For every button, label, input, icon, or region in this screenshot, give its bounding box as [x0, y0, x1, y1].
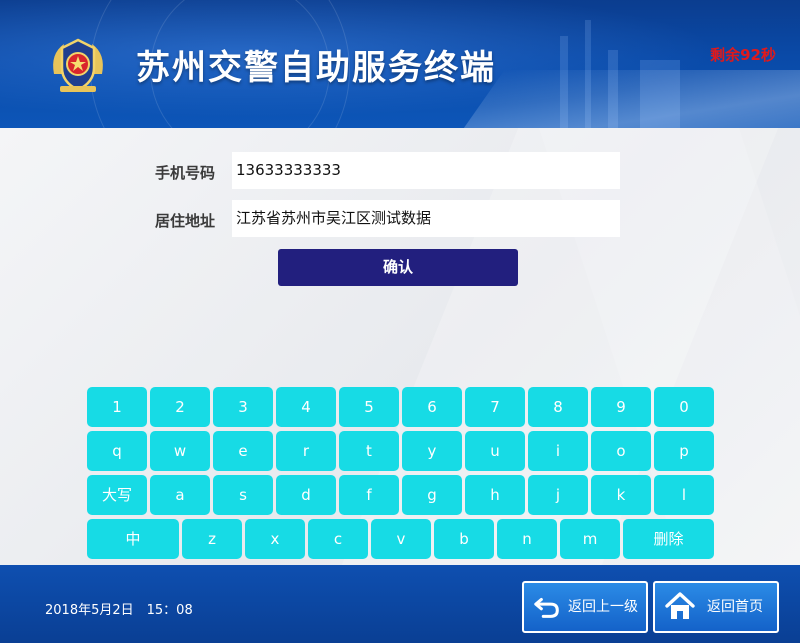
phone-input[interactable]: 13633333333 [232, 152, 620, 189]
decorative-road [455, 70, 800, 128]
key-d[interactable]: d [276, 475, 336, 515]
header-banner: 苏州交警自助服务终端 剩余92秒 [0, 0, 800, 128]
key-u[interactable]: u [465, 431, 525, 471]
key-5[interactable]: 5 [339, 387, 399, 427]
key-caps[interactable]: 大写 [87, 475, 147, 515]
key-p[interactable]: p [654, 431, 714, 471]
key-3[interactable]: 3 [213, 387, 273, 427]
key-6[interactable]: 6 [402, 387, 462, 427]
key-g[interactable]: g [402, 475, 462, 515]
key-j[interactable]: j [528, 475, 588, 515]
key-1[interactable]: 1 [87, 387, 147, 427]
back-button-label: 返回上一级 [568, 599, 638, 615]
address-input[interactable]: 江苏省苏州市吴江区测试数据 [232, 200, 620, 237]
key-delete[interactable]: 删除 [623, 519, 714, 559]
key-b[interactable]: b [434, 519, 494, 559]
key-x[interactable]: x [245, 519, 305, 559]
key-8[interactable]: 8 [528, 387, 588, 427]
key-7[interactable]: 7 [465, 387, 525, 427]
key-z[interactable]: z [182, 519, 242, 559]
key-o[interactable]: o [591, 431, 651, 471]
key-chinese-mode[interactable]: 中 [87, 519, 179, 559]
return-arrow-icon [534, 597, 559, 618]
home-button-label: 返回首页 [707, 599, 763, 615]
key-l[interactable]: l [654, 475, 714, 515]
key-n[interactable]: n [497, 519, 557, 559]
home-button[interactable]: 返回首页 [653, 581, 779, 633]
home-icon [665, 592, 695, 619]
key-9[interactable]: 9 [591, 387, 651, 427]
key-c[interactable]: c [308, 519, 368, 559]
key-s[interactable]: s [213, 475, 273, 515]
police-emblem-icon [53, 38, 103, 92]
key-h[interactable]: h [465, 475, 525, 515]
phone-label: 手机号码 [155, 164, 216, 182]
key-2[interactable]: 2 [150, 387, 210, 427]
key-q[interactable]: q [87, 431, 147, 471]
key-0[interactable]: 0 [654, 387, 714, 427]
key-i[interactable]: i [528, 431, 588, 471]
back-button[interactable]: 返回上一级 [522, 581, 648, 633]
key-t[interactable]: t [339, 431, 399, 471]
key-r[interactable]: r [276, 431, 336, 471]
key-f[interactable]: f [339, 475, 399, 515]
key-y[interactable]: y [402, 431, 462, 471]
key-v[interactable]: v [371, 519, 431, 559]
key-4[interactable]: 4 [276, 387, 336, 427]
key-m[interactable]: m [560, 519, 620, 559]
current-datetime: 2018年5月2日 15：08 [45, 603, 193, 618]
footer-bar: 2018年5月2日 15：08 返回上一级 返回首页 [0, 565, 800, 643]
key-a[interactable]: a [150, 475, 210, 515]
key-w[interactable]: w [150, 431, 210, 471]
key-e[interactable]: e [213, 431, 273, 471]
main-content: 手机号码 13633333333 居住地址 江苏省苏州市吴江区测试数据 确认 1… [0, 128, 800, 565]
key-k[interactable]: k [591, 475, 651, 515]
app-title: 苏州交警自助服务终端 [136, 48, 496, 88]
address-label: 居住地址 [155, 212, 216, 230]
confirm-button[interactable]: 确认 [278, 249, 518, 286]
session-countdown: 剩余92秒 [710, 46, 776, 64]
